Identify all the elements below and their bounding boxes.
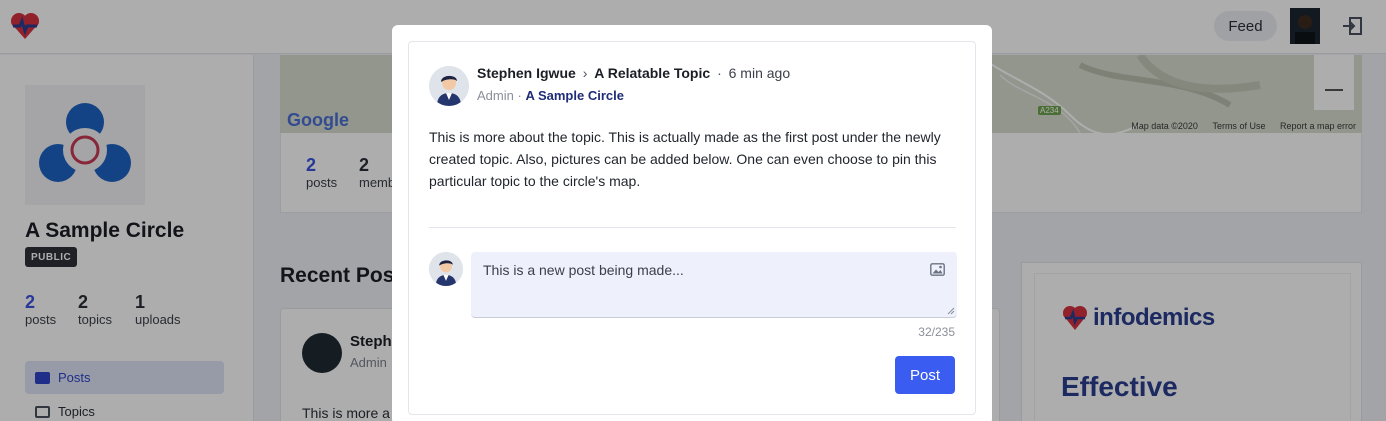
add-image-icon[interactable] xyxy=(930,263,945,276)
new-post-text[interactable]: This is a new post being made... xyxy=(483,262,684,278)
author-role: Admin xyxy=(477,88,514,103)
post-modal: Stephen Igwue › A Relatable Topic · 6 mi… xyxy=(392,25,992,421)
character-count: 32/235 xyxy=(918,325,955,339)
post-button[interactable]: Post xyxy=(895,356,955,394)
post-subheader: Admin · A Sample Circle xyxy=(477,88,624,103)
commenter-avatar xyxy=(429,252,463,286)
post-header: Stephen Igwue › A Relatable Topic · 6 mi… xyxy=(477,65,790,81)
topic-link[interactable]: A Relatable Topic xyxy=(594,65,710,81)
author-avatar[interactable] xyxy=(429,66,469,106)
resize-handle-icon[interactable] xyxy=(947,307,955,315)
divider xyxy=(429,227,956,228)
post-body: This is more about the topic. This is ac… xyxy=(429,129,941,189)
separator-dot: · xyxy=(517,88,522,103)
separator-dot: · xyxy=(717,65,722,81)
circle-link[interactable]: A Sample Circle xyxy=(525,88,624,103)
post-time: 6 min ago xyxy=(728,65,791,81)
new-post-textarea[interactable]: This is a new post being made... xyxy=(471,252,957,318)
breadcrumb-arrow: › xyxy=(582,65,588,81)
post-detail: Stephen Igwue › A Relatable Topic · 6 mi… xyxy=(408,41,976,415)
author-name[interactable]: Stephen Igwue xyxy=(477,65,576,81)
